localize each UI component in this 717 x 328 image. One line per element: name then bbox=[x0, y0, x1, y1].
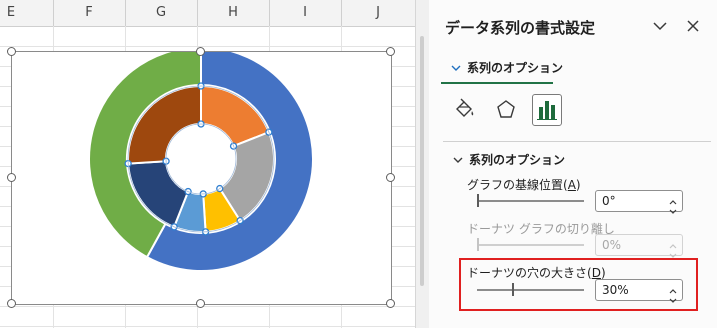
chevron-down-icon bbox=[449, 60, 463, 74]
selection-outline bbox=[165, 123, 237, 195]
resize-handle-top-left[interactable] bbox=[7, 47, 16, 56]
close-icon[interactable] bbox=[683, 16, 703, 36]
base-position-slider[interactable] bbox=[477, 194, 584, 208]
fill-line-tab[interactable] bbox=[449, 94, 479, 126]
slider-track bbox=[477, 289, 584, 291]
worksheet[interactable]: E F G H I J bbox=[0, 0, 415, 328]
column-header-h[interactable]: H bbox=[197, 0, 269, 26]
donut-chart-object[interactable] bbox=[11, 51, 392, 305]
base-position-label: グラフの基線位置(A) bbox=[467, 178, 581, 192]
column-header-g[interactable]: G bbox=[125, 0, 197, 26]
active-tab-underline bbox=[441, 82, 553, 84]
slider-track bbox=[477, 200, 584, 202]
explosion-slider bbox=[477, 238, 584, 252]
hole-size-label-text: ドーナツの穴の大きさ bbox=[467, 266, 588, 280]
donut-chart[interactable] bbox=[12, 52, 391, 304]
explosion-value: 0% bbox=[602, 238, 622, 252]
slider-track bbox=[477, 244, 584, 246]
section-label: 系列のオプション bbox=[469, 153, 566, 167]
base-position-label-text: グラフの基線位置 bbox=[467, 178, 564, 192]
spin-up-icon[interactable] bbox=[668, 281, 678, 294]
base-position-value[interactable]: 0° bbox=[602, 194, 616, 208]
base-position-mnemonic: A bbox=[567, 178, 576, 192]
scrollbar-thumb[interactable] bbox=[420, 36, 424, 286]
base-position-spinner[interactable]: 0° bbox=[595, 190, 683, 214]
expand-chevron-icon bbox=[451, 152, 465, 166]
slider-thumb[interactable] bbox=[511, 283, 514, 296]
series-options-icon-tab[interactable] bbox=[532, 94, 562, 126]
resize-handle-right[interactable] bbox=[386, 173, 395, 182]
resize-handle-top[interactable] bbox=[196, 47, 205, 56]
slider-thumb bbox=[477, 238, 479, 251]
resize-handle-bottom[interactable] bbox=[196, 299, 205, 308]
column-header-bar: E F G H I J bbox=[0, 0, 415, 27]
bar-chart-icon bbox=[537, 101, 557, 120]
section-divider bbox=[443, 141, 711, 142]
effects-tab[interactable] bbox=[491, 94, 521, 126]
gridline bbox=[0, 46, 415, 47]
pane-title: データ系列の書式設定 bbox=[445, 19, 596, 37]
spin-up-icon bbox=[668, 236, 678, 249]
resize-handle-left[interactable] bbox=[7, 173, 16, 182]
pentagon-icon bbox=[497, 100, 515, 118]
spin-down-icon[interactable] bbox=[668, 201, 678, 214]
column-header-e[interactable]: E bbox=[0, 0, 22, 26]
hole-size-slider[interactable] bbox=[477, 283, 584, 297]
column-header-j[interactable]: J bbox=[341, 0, 415, 26]
resize-handle-bottom-right[interactable] bbox=[386, 299, 395, 308]
hole-size-mnemonic: D bbox=[591, 266, 601, 280]
dropdown-chevron-icon[interactable] bbox=[650, 16, 670, 36]
spin-down-icon bbox=[668, 245, 678, 258]
gridline bbox=[0, 326, 415, 327]
resize-handle-top-right[interactable] bbox=[386, 47, 395, 56]
gridline bbox=[0, 306, 415, 307]
hole-size-spinner[interactable]: 30% bbox=[595, 279, 683, 303]
spin-down-icon[interactable] bbox=[668, 290, 678, 303]
spin-up-icon[interactable] bbox=[668, 192, 678, 205]
series-options-tab-label: 系列のオプション bbox=[467, 61, 564, 75]
hole-size-value[interactable]: 30% bbox=[602, 283, 629, 297]
column-header-f[interactable]: F bbox=[53, 0, 125, 26]
explosion-label: ドーナツ グラフの切り離し bbox=[467, 222, 615, 236]
pane-splitter[interactable] bbox=[415, 0, 429, 328]
slider-thumb[interactable] bbox=[477, 194, 479, 207]
hole-size-label: ドーナツの穴の大きさ(D) bbox=[467, 266, 606, 280]
format-data-series-pane: データ系列の書式設定 系列のオプション 系列のオプション グラフの基線位置(A)… bbox=[429, 0, 717, 328]
resize-handle-bottom-left[interactable] bbox=[7, 299, 16, 308]
explosion-spinner: 0% bbox=[595, 234, 683, 258]
paint-bucket-icon bbox=[456, 98, 474, 117]
column-header-i[interactable]: I bbox=[269, 0, 341, 26]
